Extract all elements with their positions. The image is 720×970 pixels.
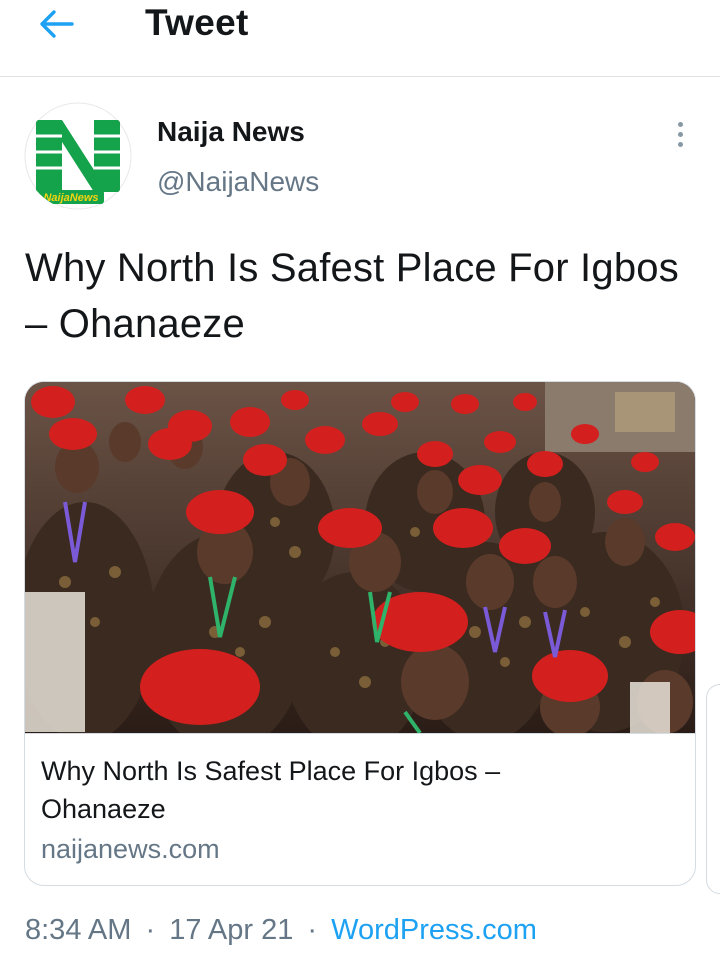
card-image[interactable] (25, 382, 695, 733)
meta-separator: · (145, 914, 156, 946)
naija-news-logo-icon: NaijaNews (24, 102, 132, 210)
more-vertical-icon-dot (677, 131, 683, 137)
tweet-text: Why North Is Safest Place For Igbos – Oh… (25, 246, 679, 346)
tweet-date: 17 Apr 21 (169, 914, 294, 946)
author-name[interactable]: Naija News (157, 116, 305, 148)
top-app-bar: Tweet (0, 0, 720, 77)
avatar[interactable]: NaijaNews (24, 102, 132, 210)
link-preview-card[interactable]: Why North Is Safest Place For Igbos – Oh… (24, 381, 696, 886)
author-handle[interactable]: @NaijaNews (157, 166, 319, 198)
side-panel-handle[interactable] (706, 684, 720, 894)
page-title: Tweet (145, 2, 249, 43)
back-button[interactable] (34, 6, 78, 42)
tweet-meta: 8:34 AM · 17 Apr 21 · WordPress.com (25, 914, 537, 947)
more-vertical-icon (677, 121, 683, 127)
avatar-logo-text: NaijaNews (43, 192, 98, 204)
tweet-time: 8:34 AM (25, 914, 132, 946)
tweet-source-link[interactable]: WordPress.com (331, 914, 537, 946)
more-options-button[interactable] (664, 116, 696, 152)
more-vertical-icon-dot (677, 141, 683, 147)
card-domain: naijanews.com (41, 834, 220, 864)
meta-separator-2: · (307, 914, 318, 946)
photo-crowd-red-caps-icon (25, 382, 695, 733)
card-divider (25, 733, 695, 734)
card-title[interactable]: Why North Is Safest Place For Igbos – Oh… (41, 752, 601, 828)
arrow-left-icon (40, 10, 74, 38)
